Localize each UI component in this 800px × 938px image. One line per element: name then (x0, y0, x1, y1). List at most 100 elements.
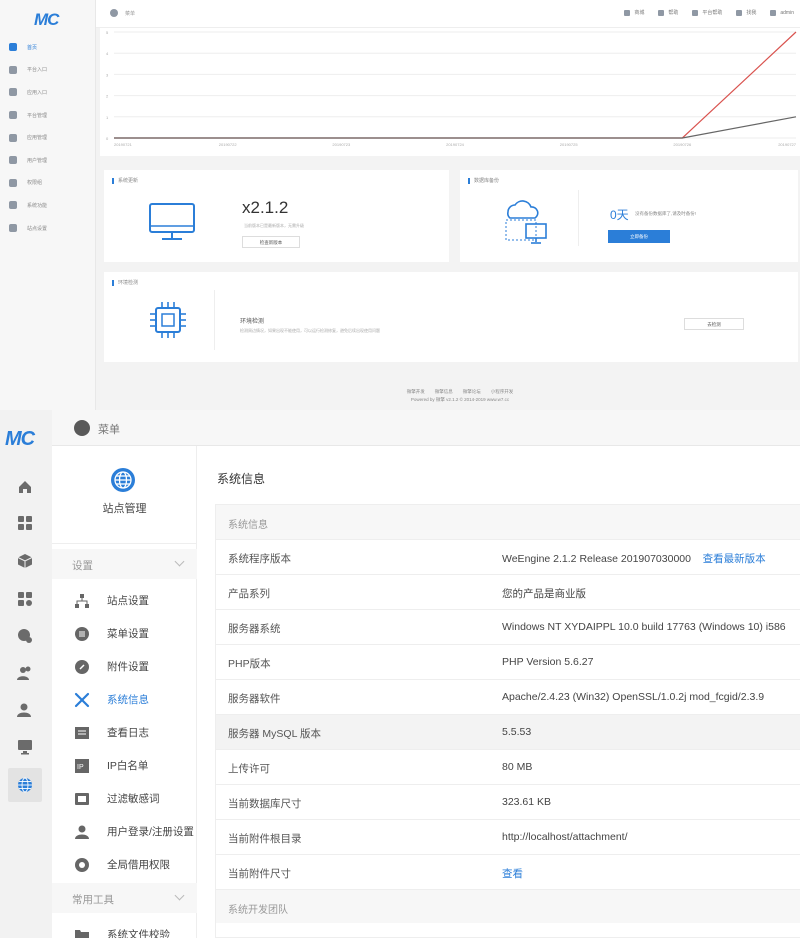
row-key: 当前数据库尺寸 (228, 798, 302, 810)
row-value: 5.5.53 (502, 726, 532, 738)
user-key-icon (9, 178, 17, 187)
rail-monitor[interactable] (16, 738, 34, 756)
row-key: 服务器软件 (228, 693, 281, 705)
header-link-platform-help[interactable]: 平台帮助 (692, 9, 722, 16)
submenu-item-attachment-settings[interactable]: 附件设置 (52, 650, 197, 683)
x-tick-label: 20190722 (219, 142, 238, 147)
traffic-chart: 0 1 2 3 4 5 20190721 20190722 20190723 20190724 20… (100, 28, 800, 156)
header-link-find[interactable]: 找我 (736, 9, 756, 16)
ip-icon: IP (74, 758, 90, 774)
submenu-item-system-info[interactable]: 系统信息 (52, 683, 197, 716)
submenu-item-filter-words[interactable]: 过滤敏感词 (52, 782, 197, 815)
filter-icon (74, 791, 90, 807)
submenu-item-site-settings[interactable]: 站点设置 (52, 584, 197, 617)
dashboard-nav: 首页 平台入口 应用入口 平台管理 应用管理 用户管理 权限组 系统功能 站点设… (0, 36, 96, 239)
sidebar-item-label: 应用入口 (27, 89, 48, 96)
sidebar-item-system-functions[interactable]: 系统功能 (0, 194, 96, 217)
powered-by: Powered by 微擎 v2.1.2 © 2014-2019 www.w7.… (410, 397, 510, 402)
globe-icon (111, 468, 135, 492)
rail-globe[interactable] (8, 768, 42, 802)
box-icon (17, 554, 33, 568)
group-common-tools[interactable]: 常用工具 (52, 883, 197, 913)
sidebar-item-site-settings[interactable]: 站点设置 (0, 217, 96, 240)
sidebar-item-app-entry[interactable]: 应用入口 (0, 81, 96, 104)
row-value: WeEngine 2.1.2 Release 201907030000 查看最新… (502, 553, 766, 565)
x-tick-label: 20190727 (778, 142, 797, 147)
sitemap-icon (74, 593, 90, 609)
card-title: 系统更新 (112, 178, 138, 184)
x-tick-label: 20190726 (673, 142, 692, 147)
box-icon (9, 88, 17, 97)
version-number: x2.1.2 (242, 198, 289, 217)
permission-icon (74, 857, 90, 873)
row-value: 您的产品是商业版 (502, 588, 586, 600)
submenu-item-menu-settings[interactable]: 菜单设置 (52, 617, 197, 650)
menu-toggle[interactable]: 菜单 (110, 9, 135, 17)
footer-link[interactable]: 微擎开发 (407, 389, 425, 395)
submenu-item-view-logs[interactable]: 查看日志 (52, 716, 197, 749)
cubes-icon (18, 629, 32, 643)
card-title: 数据库备份 (468, 178, 499, 184)
monitor-icon (18, 740, 32, 755)
y-tick-label: 2 (106, 94, 109, 99)
sidebar-item-label: 应用管理 (27, 135, 48, 142)
submenu-header: 站点管理 (52, 446, 197, 544)
rail-permissions[interactable] (16, 701, 34, 719)
rail-cubes[interactable] (16, 627, 34, 645)
check-latest-version-link[interactable]: 查看最新版本 (703, 553, 766, 565)
rail-home[interactable] (16, 478, 34, 496)
row-key: 上传许可 (228, 763, 270, 775)
env-check-card: 环境检测 环境检测 检测周边情况，如果出现不能使用，可以运行检测修复，避免后续出… (104, 272, 798, 362)
menu-icon (110, 9, 118, 17)
submenu-item-label: 菜单设置 (107, 628, 149, 640)
sidebar-item-platform-entry[interactable]: 平台入口 (0, 59, 96, 82)
submenu-item-label: 过滤敏感词 (107, 793, 160, 805)
sidebar-item-label: 首页 (27, 44, 38, 51)
env-check-button[interactable]: 去检测 (684, 318, 744, 330)
view-attachment-size-link[interactable]: 查看 (502, 868, 523, 880)
globe-icon (18, 777, 32, 793)
header-user-menu[interactable]: admin (770, 9, 794, 16)
header-link-store[interactable]: 商城 (624, 9, 644, 16)
rail-apps[interactable] (16, 590, 34, 608)
group-settings[interactable]: 设置 (52, 549, 197, 579)
row-key: PHP版本 (228, 658, 271, 670)
page-title: 系统信息 (217, 472, 266, 486)
table-row: PHP版本 PHP Version 5.6.27 (216, 644, 800, 679)
env-heading: 环境检测 (240, 319, 265, 325)
menu-label: 菜单 (125, 10, 136, 17)
tools-icon (74, 692, 90, 708)
log-icon (74, 725, 90, 741)
rail-users[interactable] (16, 664, 34, 682)
row-key: 服务器系统 (228, 623, 281, 635)
header-link-help[interactable]: 帮助 (658, 9, 678, 16)
submenu-item-login-register[interactable]: 用户登录/注册设置 (52, 815, 197, 848)
menu-icon[interactable] (74, 420, 90, 436)
footer-link[interactable]: 小程序开发 (491, 389, 514, 395)
submenu-item-ip-whitelist[interactable]: IP IP白名单 (52, 749, 197, 782)
cubes-icon (9, 133, 17, 142)
version-note: 当前版本已是最新版本，无需升级 (244, 223, 304, 228)
rail-box[interactable] (16, 552, 34, 570)
submenu-item-file-check[interactable]: 系统文件校验 (52, 918, 197, 938)
rail-grid[interactable] (16, 514, 34, 532)
sidebar-item-label: 系统功能 (27, 202, 48, 209)
row-key: 当前附件根目录 (228, 833, 302, 845)
db-backup-card: 数据库备份 0天 没有备份数据库了,请及时备份! 立即备份 (460, 170, 798, 262)
attachment-icon (74, 659, 90, 675)
row-value: 查看 (502, 866, 523, 881)
sidebar-item-home[interactable]: 首页 (0, 36, 96, 59)
footer-link[interactable]: 微擎信息 (435, 389, 453, 395)
sidebar-item-platform-manage[interactable]: 平台管理 (0, 104, 96, 127)
footer-link[interactable]: 微擎论坛 (463, 389, 481, 395)
submenu-item-label: 系统信息 (107, 694, 149, 706)
submenu-item-global-permission[interactable]: 全局借用权限 (52, 848, 197, 881)
x-tick-label: 20190723 (332, 142, 351, 147)
backup-now-button[interactable]: 立即备份 (608, 230, 670, 243)
sidebar-item-label: 平台入口 (27, 67, 48, 74)
sidebar-item-user-manage[interactable]: 用户管理 (0, 149, 96, 172)
top-bar: 菜单 (52, 410, 800, 446)
check-version-button[interactable]: 检查新版本 (242, 236, 300, 248)
sidebar-item-app-manage[interactable]: 应用管理 (0, 126, 96, 149)
sidebar-item-permission-group[interactable]: 权限组 (0, 172, 96, 195)
